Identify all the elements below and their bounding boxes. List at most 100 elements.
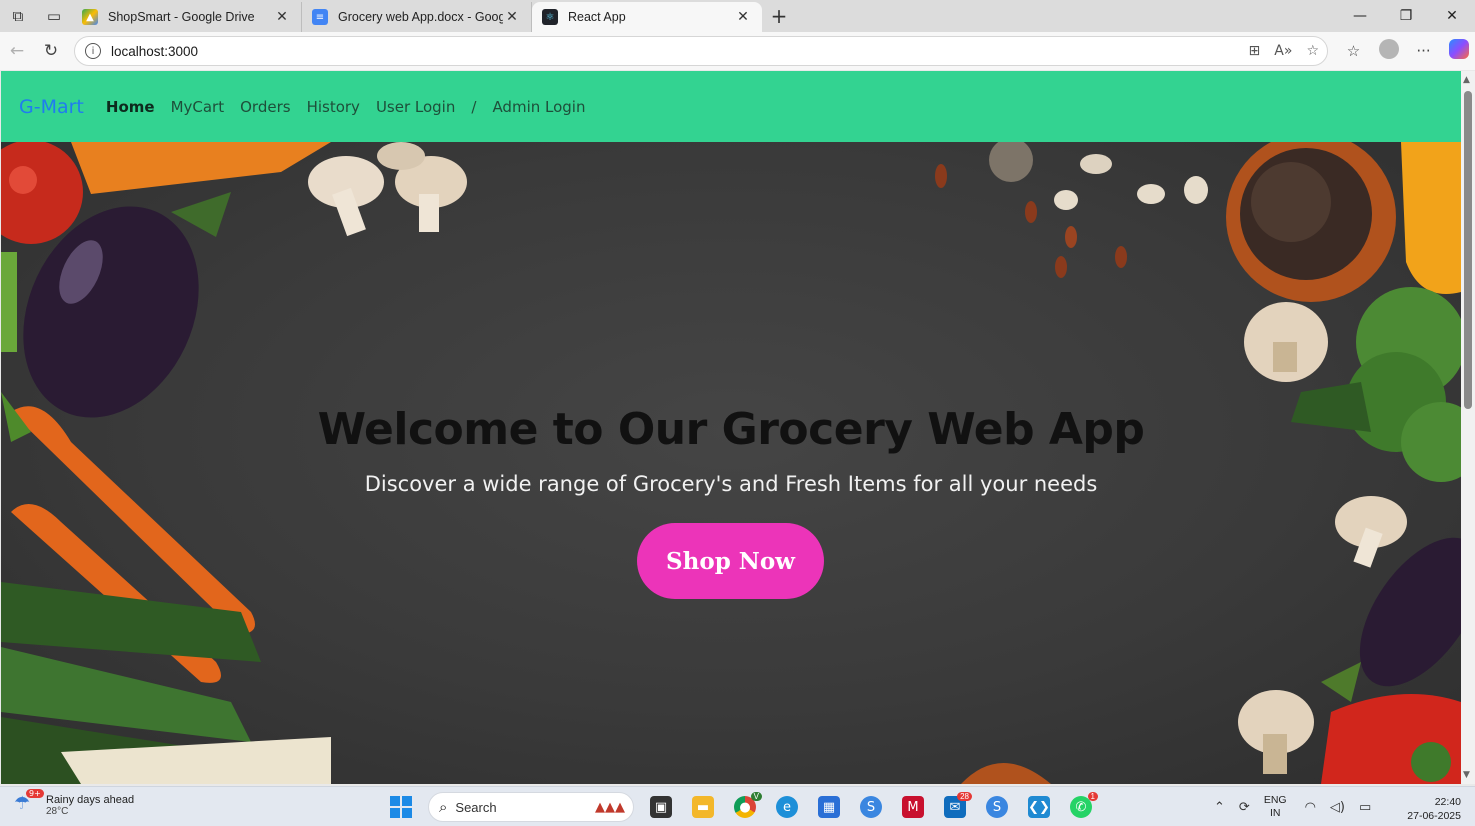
shield-icon: M (902, 796, 924, 818)
browser-tab-strip: ⧉ ▭ ▲ ShopSmart - Google Drive ✕ ≡ Groce… (0, 0, 1475, 32)
taskbar-clock[interactable]: 22:40 27-06-2025 (1407, 795, 1461, 823)
chrome-app[interactable]: ● V (724, 791, 766, 823)
nav-separator: / (471, 97, 477, 116)
battery-icon[interactable]: ▭ (1359, 800, 1371, 815)
wifi-icon[interactable]: ◠ (1305, 800, 1316, 815)
whatsapp-badge: 1 (1087, 792, 1098, 801)
nav-user-login[interactable]: User Login (376, 98, 455, 116)
search-highlight-icon: ▲▲▲ (595, 799, 625, 815)
volume-icon[interactable]: ◁) (1330, 800, 1345, 815)
shop-now-button[interactable]: Shop Now (637, 523, 824, 599)
windows-taskbar: ☂ 9+ Rainy days ahead 28°C ⌕ Search ▲▲▲ ▣… (0, 786, 1475, 826)
scrollbar-thumb[interactable] (1464, 91, 1472, 409)
google-docs-icon: ≡ (312, 9, 328, 25)
search-placeholder: Search (455, 799, 497, 815)
app-s1[interactable]: S (850, 791, 892, 823)
tab-actions-icon[interactable]: ▭ (36, 0, 72, 32)
read-aloud-icon[interactable]: A» (1274, 43, 1292, 59)
browser-toolbar: ← ↻ i localhost:3000 ⊞ A» ☆ ☆ ··· (0, 32, 1475, 70)
workspaces-icon[interactable]: ⧉ (0, 0, 36, 32)
chrome-badge: V (750, 792, 762, 801)
tab-title: Grocery web App.docx - Google Docs (338, 10, 503, 24)
hero-subtitle: Discover a wide range of Grocery's and F… (364, 472, 1098, 496)
outlook-app[interactable]: ✉ 28 (934, 791, 976, 823)
vscode-icon: ❮❯ (1028, 796, 1050, 818)
tab-react-app[interactable]: ⚛ React App ✕ (532, 2, 762, 32)
mcafee-app[interactable]: M (892, 791, 934, 823)
start-button[interactable] (380, 791, 422, 823)
store-icon: ▦ (818, 796, 840, 818)
weather-badge: 9+ (26, 789, 44, 798)
tab-shopsmart-drive[interactable]: ▲ ShopSmart - Google Drive ✕ (72, 2, 302, 32)
s-app-icon: S (860, 796, 882, 818)
hero-section: Welcome to Our Grocery Web App Discover … (1, 142, 1461, 784)
rain-cloud-icon: ☂ 9+ (14, 789, 44, 817)
taskbar-search[interactable]: ⌕ Search ▲▲▲ (428, 792, 634, 822)
address-bar-actions: ⊞ A» ☆ (1249, 37, 1319, 65)
task-view-icon: ▣ (650, 796, 672, 818)
address-bar[interactable]: i localhost:3000 ⊞ A» ☆ (74, 36, 1328, 66)
explorer-app[interactable]: ▬ (682, 791, 724, 823)
scroll-up-icon[interactable]: ▲ (1463, 75, 1470, 85)
system-tray: ⌃ ⟳ ENG IN ◠ ◁) ▭ (1214, 791, 1385, 823)
more-options-icon[interactable]: ··· (1406, 42, 1441, 60)
close-tab-icon[interactable]: ✕ (503, 9, 521, 25)
store-app[interactable]: ▦ (808, 791, 850, 823)
clock-time: 22:40 (1434, 796, 1461, 808)
taskview-app[interactable]: ▣ (640, 791, 682, 823)
windows-logo-icon (390, 796, 412, 818)
close-window-icon[interactable]: ✕ (1429, 0, 1475, 32)
nav-history[interactable]: History (307, 98, 360, 116)
vegetables-background-image (1, 142, 1461, 784)
refresh-icon[interactable]: ↻ (34, 34, 68, 68)
nav-orders[interactable]: Orders (240, 98, 290, 116)
hero-title: Welcome to Our Grocery Web App (317, 404, 1145, 455)
vscode-app[interactable]: ❮❯ (1018, 791, 1060, 823)
favorite-star-icon[interactable]: ☆ (1306, 43, 1319, 59)
close-tab-icon[interactable]: ✕ (273, 9, 291, 25)
react-icon: ⚛ (542, 9, 558, 25)
tab-title: ShopSmart - Google Drive (108, 10, 255, 24)
close-tab-icon[interactable]: ✕ (734, 9, 752, 25)
folder-icon: ▬ (692, 796, 714, 818)
url-text[interactable]: localhost:3000 (111, 44, 198, 59)
nav-home[interactable]: Home (106, 98, 155, 116)
profile-icon[interactable] (1371, 39, 1406, 63)
page-scrollbar[interactable]: ▲ ▼ (1461, 71, 1475, 784)
lang-line2: IN (1269, 807, 1281, 819)
s-app-icon: S (986, 796, 1008, 818)
favorites-icon[interactable]: ☆ (1336, 42, 1371, 60)
brand-logo[interactable]: G-Mart (19, 96, 84, 118)
site-info-icon[interactable]: i (85, 43, 101, 59)
taskbar-apps: ⌕ Search ▲▲▲ ▣ ▬ ● V e ▦ S M ✉ 28 S ❮❯ ✆ 1 (380, 791, 1102, 823)
lang-line1: ENG (1263, 794, 1287, 806)
tab-grocery-doc[interactable]: ≡ Grocery web App.docx - Google Docs ✕ (302, 2, 532, 32)
back-icon[interactable]: ← (0, 34, 34, 68)
window-controls: — ❐ ✕ (1337, 0, 1475, 32)
minimize-icon[interactable]: — (1337, 0, 1383, 32)
new-tab-button[interactable]: + (762, 4, 796, 28)
edge-icon: e (776, 796, 798, 818)
site-navbar: G-Mart Home MyCart Orders History User L… (1, 71, 1461, 142)
clock-date: 27-06-2025 (1407, 810, 1461, 822)
page-viewport: G-Mart Home MyCart Orders History User L… (1, 71, 1461, 784)
tab-title: React App (568, 10, 626, 24)
app-s2[interactable]: S (976, 791, 1018, 823)
nav-mycart[interactable]: MyCart (171, 98, 225, 116)
app-install-icon[interactable]: ⊞ (1249, 43, 1261, 59)
outlook-badge: 28 (957, 792, 972, 801)
whatsapp-app[interactable]: ✆ 1 (1060, 791, 1102, 823)
scroll-down-icon[interactable]: ▼ (1463, 770, 1470, 780)
sync-icon[interactable]: ⟳ (1239, 800, 1250, 815)
copilot-icon[interactable] (1441, 39, 1475, 63)
edge-app[interactable]: e (766, 791, 808, 823)
restore-icon[interactable]: ❐ (1383, 0, 1429, 32)
weather-widget[interactable]: ☂ 9+ Rainy days ahead 28°C (14, 789, 134, 817)
chevron-up-icon[interactable]: ⌃ (1214, 800, 1225, 815)
language-indicator[interactable]: ENG IN (1264, 794, 1287, 820)
weather-temp: 28°C (46, 805, 69, 817)
nav-admin-login[interactable]: Admin Login (492, 98, 585, 116)
browser-right-tools: ☆ ··· (1336, 32, 1475, 70)
search-icon: ⌕ (439, 798, 448, 816)
google-drive-icon: ▲ (82, 9, 98, 25)
